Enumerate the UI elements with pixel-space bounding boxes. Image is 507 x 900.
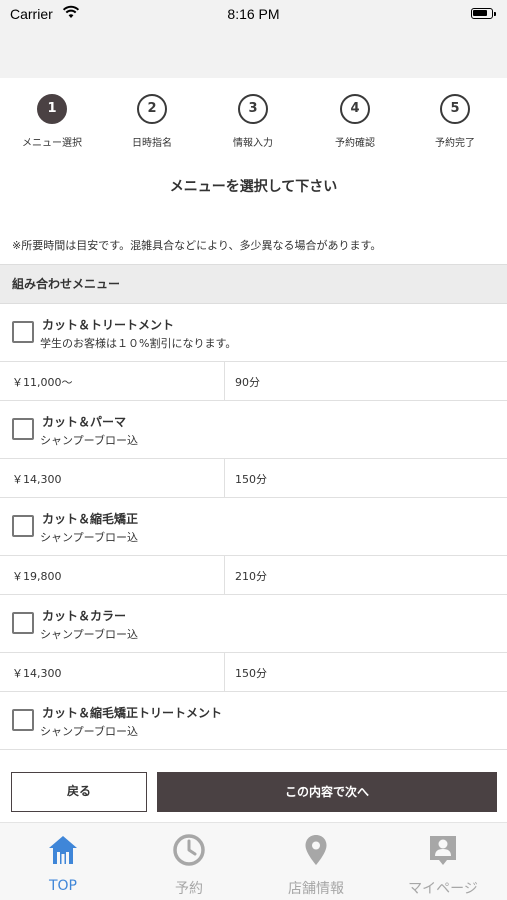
menu-price-row: ￥14,300 150分 [0, 653, 507, 691]
tab-bar: TOP 予約 店舗情報 マイページ [0, 822, 507, 900]
profile-badge-icon [430, 836, 456, 865]
menu-checkbox[interactable] [12, 709, 34, 731]
menu-note: シャンプーブロー込 [40, 725, 139, 738]
back-button[interactable]: 戻る [11, 772, 147, 812]
home-icon [49, 836, 77, 864]
menu-item[interactable]: カット＆縮毛矯正 シャンプーブロー込 ￥19,800 210分 [0, 498, 507, 595]
menu-price-row: ￥14,300 150分 [0, 459, 507, 497]
menu-note: シャンプーブロー込 [40, 434, 139, 447]
menu-checkbox[interactable] [12, 515, 34, 537]
menu-checkbox[interactable] [12, 321, 34, 343]
duration-notice: ※所要時間は目安です。混雑具合などにより、多少異なる場合があります。 [12, 239, 382, 252]
column-divider [224, 556, 225, 594]
menu-price: ￥19,800 [12, 570, 62, 583]
menu-name: カット＆縮毛矯正 [42, 512, 139, 526]
menu-checkbox[interactable] [12, 612, 34, 634]
step-confirm: 4 予約確認 [310, 94, 400, 149]
action-bar: 戻る この内容で次へ [0, 750, 507, 822]
step-number: 2 [137, 94, 167, 124]
menu-note: シャンプーブロー込 [40, 628, 139, 641]
menu-item-header[interactable]: カット＆縮毛矯正 シャンプーブロー込 [0, 498, 507, 556]
menu-item-header[interactable]: カット＆カラー シャンプーブロー込 [0, 595, 507, 653]
menu-note: 学生のお客様は１０%割引になります。 [40, 337, 237, 350]
battery-icon [471, 8, 496, 19]
menu-list[interactable]: カット＆トリートメント 学生のお客様は１０%割引になります。 ￥11,000〜 … [0, 304, 507, 750]
step-number: 3 [238, 94, 268, 124]
menu-duration: 150分 [235, 473, 267, 486]
tab-top[interactable]: TOP [0, 823, 126, 900]
menu-item-header[interactable]: カット＆パーマ シャンプーブロー込 [0, 401, 507, 459]
step-date-staff: 2 日時指名 [107, 94, 197, 149]
tab-label: 予約 [175, 881, 203, 897]
step-label: 日時指名 [132, 138, 172, 149]
menu-duration: 150分 [235, 667, 267, 680]
menu-price-row: ￥11,000〜 90分 [0, 362, 507, 400]
clock-icon [173, 834, 205, 866]
menu-item[interactable]: カット＆パーマ シャンプーブロー込 ￥14,300 150分 [0, 401, 507, 498]
step-info-input: 3 情報入力 [208, 94, 298, 149]
page-title: メニューを選択して下さい [169, 179, 338, 195]
status-time: 8:16 PM [227, 6, 280, 22]
menu-note: シャンプーブロー込 [40, 531, 139, 544]
column-divider [224, 362, 225, 400]
menu-price: ￥11,000〜 [12, 376, 73, 389]
navigation-bar [0, 28, 507, 78]
menu-checkbox[interactable] [12, 418, 34, 440]
menu-item-header[interactable]: カット＆トリートメント 学生のお客様は１０%割引になります。 [0, 304, 507, 362]
menu-duration: 90分 [235, 376, 260, 389]
tab-label: TOP [48, 878, 77, 894]
next-button[interactable]: この内容で次へ [157, 772, 497, 812]
column-divider [224, 653, 225, 691]
menu-name: カット＆カラー [42, 609, 127, 623]
step-label: 情報入力 [233, 138, 273, 149]
step-number: 4 [340, 94, 370, 124]
tab-store-info[interactable]: 店舗情報 [253, 823, 379, 900]
column-divider [224, 459, 225, 497]
menu-name: カット＆パーマ [42, 415, 127, 429]
tab-my-page[interactable]: マイページ [380, 823, 506, 900]
step-label: メニュー選択 [22, 138, 82, 149]
tab-reservation[interactable]: 予約 [126, 823, 252, 900]
menu-item[interactable]: カット＆縮毛矯正トリートメント シャンプーブロー込 [0, 692, 507, 750]
step-number: 1 [37, 94, 67, 124]
menu-name: カット＆縮毛矯正トリートメント [42, 706, 223, 720]
menu-price: ￥14,300 [12, 473, 62, 486]
menu-price: ￥14,300 [12, 667, 62, 680]
step-menu-select: 1 メニュー選択 [7, 94, 97, 149]
menu-price-row: ￥19,800 210分 [0, 556, 507, 594]
menu-item[interactable]: カット＆トリートメント 学生のお客様は１０%割引になります。 ￥11,000〜 … [0, 304, 507, 401]
status-bar: Carrier 8:16 PM [0, 0, 507, 28]
section-header-combo-menu: 組み合わせメニュー [0, 264, 507, 304]
step-label: 予約完了 [435, 138, 475, 149]
step-label: 予約確認 [335, 138, 375, 149]
menu-item[interactable]: カット＆カラー シャンプーブロー込 ￥14,300 150分 [0, 595, 507, 692]
menu-name: カット＆トリートメント [42, 318, 175, 332]
step-complete: 5 予約完了 [410, 94, 500, 149]
menu-duration: 210分 [235, 570, 267, 583]
tab-label: 店舗情報 [288, 881, 344, 897]
tab-label: マイページ [408, 881, 478, 897]
location-pin-icon [305, 835, 327, 865]
step-number: 5 [440, 94, 470, 124]
menu-item-header[interactable]: カット＆縮毛矯正トリートメント シャンプーブロー込 [0, 692, 507, 750]
progress-stepper: 1 メニュー選択 2 日時指名 3 情報入力 4 予約確認 5 予約完了 [0, 94, 507, 156]
